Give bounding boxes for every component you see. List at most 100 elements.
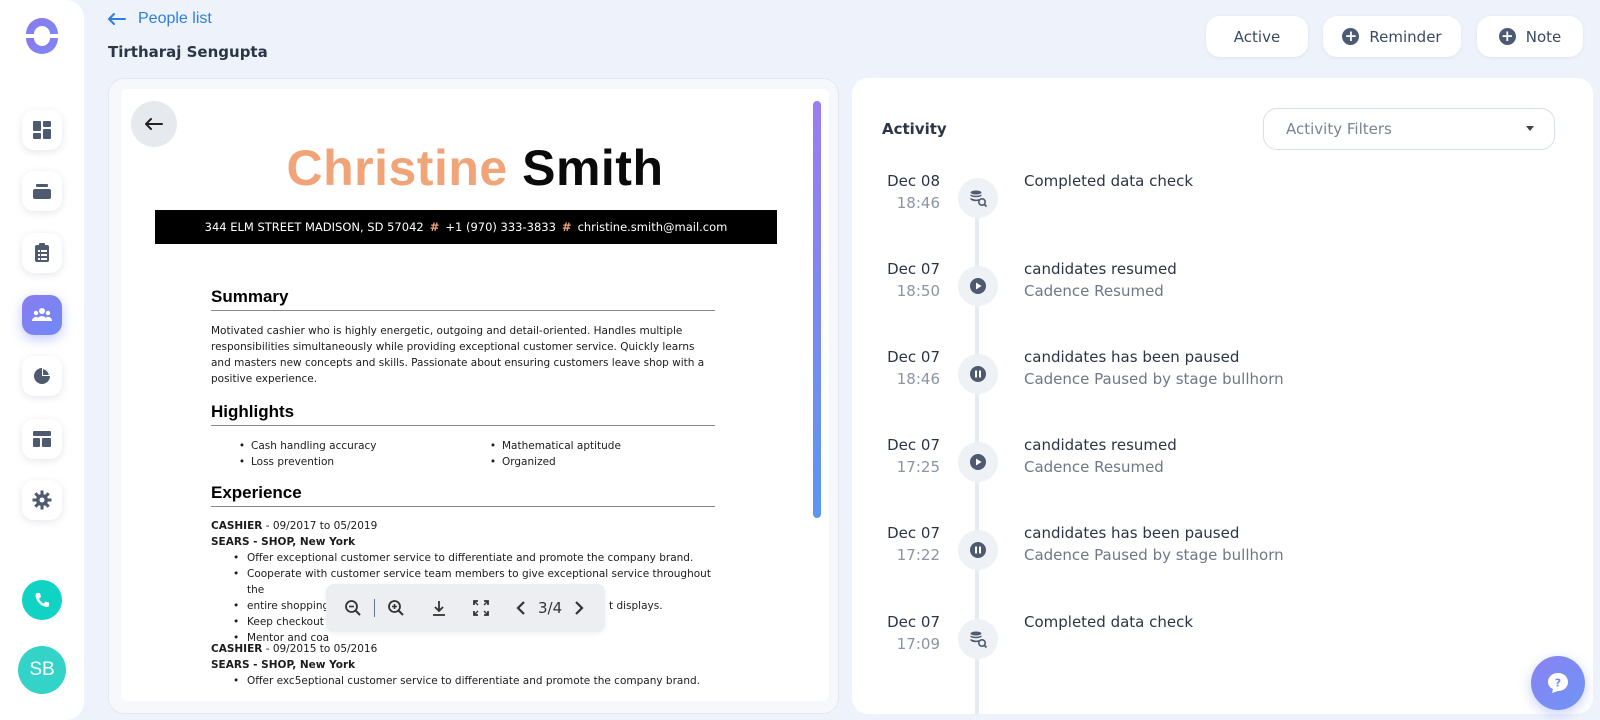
fullscreen-button[interactable] — [470, 597, 492, 619]
status-button[interactable]: Active — [1206, 16, 1308, 57]
play-icon — [970, 454, 986, 470]
stack-icon — [33, 184, 51, 199]
activity-entry-subtitle: Cadence Resumed — [1024, 282, 1164, 300]
resume-address: 344 ELM STREET MADISON, SD 57042 — [204, 220, 424, 234]
people-list-link[interactable]: People list — [108, 10, 212, 28]
app-logo[interactable] — [22, 16, 62, 56]
pause-icon — [970, 366, 986, 382]
sidebar-item-tasks[interactable] — [22, 233, 62, 273]
list-item: Loss prevention — [233, 454, 377, 470]
list-item: Offer exceptional customer service to di… — [231, 550, 731, 566]
download-button[interactable] — [428, 597, 450, 619]
avatar-initials: SB — [29, 659, 55, 680]
sidebar: SB — [0, 0, 84, 720]
activity-date: Dec 07 — [887, 436, 940, 454]
summary-title: Summary — [211, 287, 715, 311]
sidebar-item-dashboard[interactable] — [22, 110, 62, 150]
contact-separator: # — [429, 220, 440, 234]
dashboard-icon — [33, 121, 51, 139]
fullscreen-icon — [473, 600, 489, 616]
activity-entry: Dec 07 17:09 Completed data check — [852, 607, 1593, 677]
activity-date: Dec 07 — [887, 260, 940, 278]
next-page-button[interactable] — [568, 597, 590, 619]
pie-chart-icon — [34, 368, 50, 384]
previous-page-button[interactable] — [510, 597, 532, 619]
layout-icon — [33, 431, 51, 447]
back-link-label: People list — [138, 10, 212, 27]
resume-phone: +1 (970) 333-3833 — [445, 220, 556, 234]
resume-name: Christine Smith — [121, 139, 829, 197]
zoom-out-button[interactable] — [342, 597, 364, 619]
highlights-right: Mathematical aptitude Organized — [484, 438, 621, 470]
job2-bullets: Offer exc5eptional customer service to d… — [231, 673, 731, 689]
summary-text: Motivated cashier who is highly energeti… — [211, 325, 705, 385]
plus-circle-icon: + — [1498, 28, 1516, 45]
activity-filters-select[interactable]: Activity Filters — [1263, 108, 1555, 150]
document-page[interactable]: Christine Smith 344 ELM STREET MADISON, … — [121, 89, 829, 701]
sidebar-item-reports[interactable] — [22, 356, 62, 396]
activity-entry-title: candidates has been paused — [1024, 348, 1240, 366]
list-item: Organized — [484, 454, 621, 470]
job1-company-row: SEARS - SHOP, New York — [211, 534, 355, 550]
activity-panel: Activity Activity Filters Dec 08 18:46 C… — [852, 78, 1593, 714]
document-viewer: Christine Smith 344 ELM STREET MADISON, … — [108, 78, 839, 714]
activity-entry-title: Completed data check — [1024, 172, 1194, 190]
people-icon — [31, 308, 53, 321]
sidebar-item-people[interactable] — [22, 295, 62, 335]
activity-entry: Dec 07 18:50 candidates resumed Cadence … — [852, 254, 1593, 324]
resume-email: christine.smith@mail.com — [577, 220, 728, 234]
job1-dates: - 09/2017 to 05/2019 — [262, 520, 378, 532]
sidebar-item-settings[interactable] — [22, 480, 62, 520]
activity-entry-subtitle: Cadence Resumed — [1024, 458, 1164, 476]
sidebar-item-templates[interactable] — [22, 419, 62, 459]
activity-entry-subtitle: Cadence Paused by stage bullhorn — [1024, 370, 1284, 388]
activity-filters-label: Activity Filters — [1286, 120, 1392, 138]
activity-time: 18:46 — [896, 194, 940, 212]
reminder-button[interactable]: + Reminder — [1323, 16, 1461, 57]
toolbar-divider — [374, 599, 375, 617]
note-button[interactable]: + Note — [1477, 16, 1583, 57]
page-title: Tirtharaj Sengupta — [108, 43, 268, 61]
activity-date: Dec 07 — [887, 348, 940, 366]
data-check-icon — [970, 190, 988, 208]
arrow-left-icon — [145, 118, 163, 130]
list-item: Mathematical aptitude — [484, 438, 621, 454]
caret-down-icon — [1526, 126, 1534, 131]
activity-title: Activity — [882, 120, 947, 138]
activity-entry-title: candidates resumed — [1024, 436, 1177, 454]
phone-button[interactable] — [22, 580, 62, 620]
job1-bullet3-tail: t displays. — [609, 600, 663, 612]
avatar[interactable]: SB — [18, 646, 66, 694]
sidebar-item-stack[interactable] — [22, 171, 62, 211]
activity-entry-title: candidates resumed — [1024, 260, 1177, 278]
activity-entry-subtitle: Cadence Paused by stage bullhorn — [1024, 546, 1284, 564]
activity-marker — [958, 354, 998, 394]
reminder-label: Reminder — [1369, 27, 1442, 46]
activity-time: 18:50 — [896, 282, 940, 300]
activity-marker — [958, 530, 998, 570]
job2-role: CASHIER — [211, 643, 263, 655]
job1-company: SEARS - SHOP, New York — [211, 536, 356, 548]
activity-time: 17:25 — [896, 458, 940, 476]
job1-role: CASHIER — [211, 520, 263, 532]
job2-company: SEARS - SHOP, New York — [211, 659, 356, 671]
activity-marker — [958, 619, 998, 659]
resume-last-name: Smith — [522, 140, 664, 196]
pause-icon — [970, 542, 986, 558]
zoom-in-button[interactable] — [385, 597, 407, 619]
activity-date: Dec 07 — [887, 613, 940, 631]
data-check-icon — [970, 631, 988, 649]
help-chat-button[interactable]: ? — [1531, 656, 1585, 710]
zoom-in-icon — [388, 600, 404, 616]
job2-company-row: SEARS - SHOP, New York — [211, 657, 355, 673]
job2-dates: - 09/2015 to 05/2016 — [262, 643, 378, 655]
activity-entry-title: Completed data check — [1024, 613, 1194, 631]
activity-entry-title: candidates has been paused — [1024, 524, 1240, 542]
experience-title: Experience — [211, 483, 715, 507]
list-item: Cash handling accuracy — [233, 438, 377, 454]
job1-header: CASHIER - 09/2017 to 05/2019 — [211, 518, 377, 534]
activity-marker — [958, 266, 998, 306]
list-item-text: entire shopping — [247, 600, 330, 612]
resume-first-name: Christine — [286, 140, 508, 196]
plus-circle-icon: + — [1342, 28, 1360, 45]
